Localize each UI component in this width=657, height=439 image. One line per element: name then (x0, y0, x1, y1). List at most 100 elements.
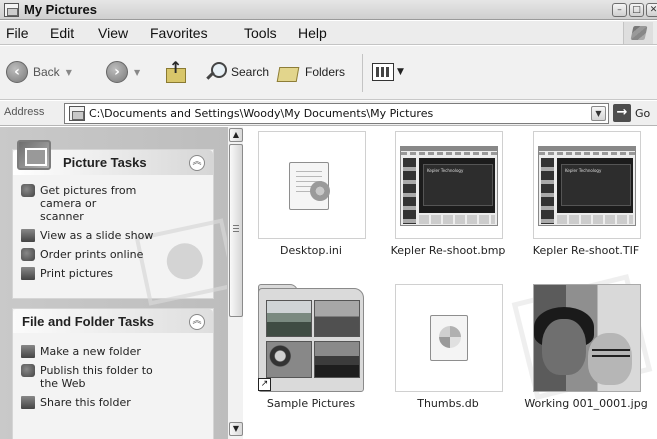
task-label: Print pictures (40, 267, 113, 280)
task-pane: Picture Tasks ︽ Get pictures from camera… (0, 127, 227, 439)
forward-dropdown-icon[interactable]: ▼ (134, 68, 140, 77)
shortcut-arrow-icon: ↗ (258, 378, 271, 391)
address-bar: Address C:\Documents and Settings\Woody\… (0, 101, 657, 126)
picture-tasks-header[interactable]: Picture Tasks ︽ (13, 140, 213, 175)
views-button[interactable]: ▼ (372, 63, 404, 81)
flowers-preview (266, 341, 312, 378)
folders-label: Folders (305, 65, 346, 79)
task-label: Publish this folder to the Web (40, 364, 153, 390)
landscape-preview (266, 300, 312, 337)
maximize-button[interactable]: □ (629, 3, 644, 17)
file-thumbnail: Kepler Technology (395, 131, 503, 239)
go-button[interactable]: → Go (613, 104, 650, 122)
task-slide-show[interactable]: View as a slide show (13, 229, 213, 242)
photo-thumbnail (533, 284, 641, 392)
file-item[interactable]: ↗ Sample Pictures (244, 284, 378, 414)
toolbar-separator (362, 54, 363, 92)
menu-tools[interactable]: Tools (244, 25, 277, 41)
task-label: Share this folder (40, 396, 131, 409)
address-input[interactable]: C:\Documents and Settings\Woody\My Docum… (64, 103, 609, 124)
sunset-preview (314, 300, 360, 337)
address-dropdown-icon[interactable]: ▼ (591, 106, 606, 121)
task-label: Make a new folder (40, 345, 141, 358)
task-order-prints[interactable]: Order prints online (13, 248, 213, 261)
address-path: C:\Documents and Settings\Woody\My Docum… (89, 107, 434, 120)
screenshot-caption: Kepler Technology (427, 168, 464, 173)
menu-bar: File Edit View Favorites Tools Help (0, 21, 657, 45)
views-grid-icon (372, 63, 394, 81)
collapse-chevron-icon[interactable]: ︽ (189, 155, 205, 171)
task-get-pictures[interactable]: Get pictures from camera or scanner (13, 184, 213, 223)
slideshow-icon (21, 229, 35, 242)
scroll-thumb[interactable] (229, 144, 243, 317)
camera-icon (21, 184, 35, 197)
file-folder-tasks-panel: File and Folder Tasks ︽ Make a new folde… (12, 308, 214, 439)
minimize-button[interactable]: – (612, 3, 627, 17)
screenshot-image: Kepler Technology (400, 146, 498, 226)
share-folder-icon (21, 396, 35, 409)
search-button[interactable]: Search (204, 61, 269, 83)
menu-edit[interactable]: Edit (50, 25, 74, 41)
task-label: Get pictures from camera or scanner (40, 184, 137, 223)
folder-pictures-icon (4, 3, 19, 17)
menu-file[interactable]: File (6, 25, 29, 41)
search-label: Search (231, 65, 270, 79)
folders-icon (276, 62, 300, 82)
scroll-up-icon[interactable]: ▲ (229, 128, 243, 142)
task-new-folder[interactable]: Make a new folder (13, 345, 213, 358)
folders-button[interactable]: Folders (276, 62, 345, 82)
file-item[interactable]: Desktop.ini (244, 131, 378, 261)
menu-favorites[interactable]: Favorites (150, 25, 208, 41)
picture-tasks-icon (17, 140, 51, 170)
folder-pictures-icon (69, 106, 85, 121)
menu-help[interactable]: Help (298, 25, 327, 41)
close-button[interactable]: ✕ (646, 3, 657, 17)
file-name: Working 001_0001.jpg (524, 397, 648, 410)
screenshot-caption: Kepler Technology (565, 168, 602, 173)
title-bar[interactable]: My Pictures – □ ✕ (0, 0, 657, 20)
up-button[interactable] (163, 58, 187, 84)
file-folder-tasks-header[interactable]: File and Folder Tasks ︽ (13, 309, 213, 333)
file-thumbnail: Kepler Technology (533, 131, 641, 239)
forward-button[interactable]: › ▼ (106, 61, 140, 83)
file-folder-tasks-title: File and Folder Tasks (22, 314, 154, 329)
screenshot-image: Kepler Technology (538, 146, 636, 226)
picture-tasks-panel: Picture Tasks ︽ Get pictures from camera… (12, 140, 227, 306)
new-folder-icon (21, 345, 35, 358)
settings-file-icon (289, 162, 330, 210)
go-arrow-icon: → (613, 104, 631, 122)
back-dropdown-icon[interactable]: ▼ (66, 68, 72, 77)
task-print-pictures[interactable]: Print pictures (13, 267, 213, 280)
go-label: Go (635, 106, 651, 120)
file-item[interactable]: Kepler Technology Kepler Re-shoot.bmp (381, 131, 515, 261)
file-item[interactable]: Thumbs.db (381, 284, 515, 414)
search-icon (204, 61, 227, 83)
address-label: Address (4, 106, 45, 118)
file-name: Sample Pictures (266, 397, 356, 410)
file-name: Desktop.ini (280, 244, 342, 257)
database-file-icon (430, 315, 468, 361)
task-pane-scrollbar[interactable]: ▲ ▼ (227, 127, 243, 439)
globe-icon (21, 364, 35, 377)
task-share-folder[interactable]: Share this folder (13, 396, 213, 409)
windows-logo-icon (623, 22, 653, 44)
file-item[interactable]: Working 001_0001.jpg (519, 284, 653, 414)
folder-thumbnail: ↗ (258, 284, 366, 392)
task-publish-web[interactable]: Publish this folder to the Web (13, 364, 213, 390)
file-name: Kepler Re-shoot.bmp (390, 244, 506, 257)
scroll-down-icon[interactable]: ▼ (229, 422, 243, 436)
back-button[interactable]: ‹ Back ▼ (6, 61, 72, 83)
toolbar: ‹ Back ▼ › ▼ Search Folders ▼ (0, 46, 657, 100)
file-item[interactable]: Kepler Technology Kepler Re-shoot.TIF (519, 131, 653, 261)
forward-arrow-icon: › (106, 61, 128, 83)
task-label: Order prints online (40, 248, 144, 261)
task-label: View as a slide show (40, 229, 154, 242)
file-name: Thumbs.db (417, 397, 479, 410)
back-label: Back (33, 65, 60, 79)
window-title: My Pictures (24, 2, 97, 17)
folder-up-icon (163, 58, 187, 84)
file-thumbnail (395, 284, 503, 392)
collapse-chevron-icon[interactable]: ︽ (189, 314, 205, 330)
order-prints-icon (21, 248, 35, 261)
menu-view[interactable]: View (98, 25, 128, 41)
